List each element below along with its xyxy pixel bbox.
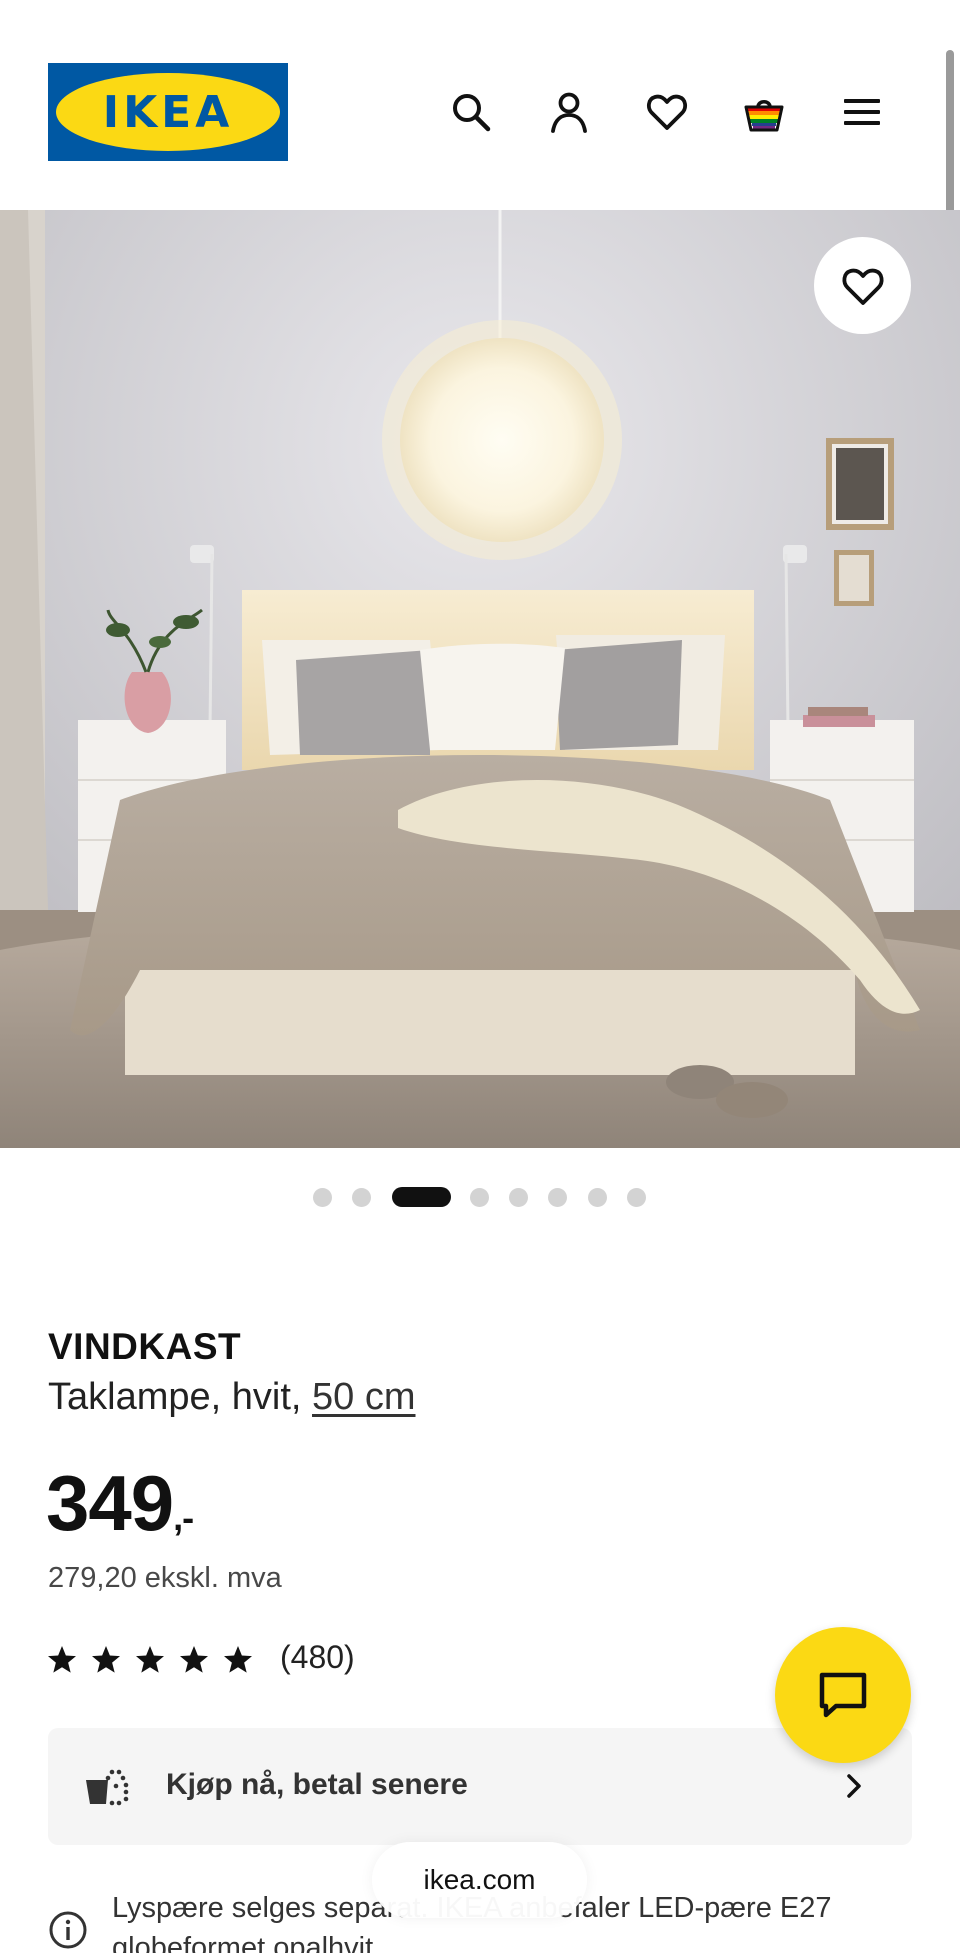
svg-text:IKEA: IKEA (103, 87, 234, 138)
gallery-dot[interactable] (470, 1188, 489, 1207)
heart-icon (842, 268, 883, 305)
ikea-logo[interactable]: IKEA (48, 63, 288, 161)
basket-icon[interactable] (738, 86, 790, 138)
star-icon (48, 1646, 76, 1673)
price-suffix: ,- (173, 1497, 194, 1538)
star-icon (136, 1646, 164, 1673)
product-price: 349,- (46, 1458, 194, 1549)
site-header: IKEA (0, 0, 960, 210)
gallery-dot[interactable] (627, 1188, 646, 1207)
product-description: Taklampe, hvit, 50 cm (48, 1376, 416, 1419)
price-ex-vat: 279,20 ekskl. mva (48, 1562, 282, 1594)
rating-stars[interactable] (46, 1640, 266, 1680)
gallery-dot[interactable] (548, 1188, 567, 1207)
info-icon (49, 1911, 87, 1949)
scrollbar[interactable] (946, 50, 954, 225)
search-icon[interactable] (445, 86, 497, 138)
star-icon (92, 1646, 120, 1673)
browser-url-pill[interactable]: ikea.com (372, 1842, 587, 1918)
gallery-dot[interactable] (313, 1188, 332, 1207)
user-icon[interactable] (543, 86, 595, 138)
gallery-dot[interactable] (509, 1188, 528, 1207)
product-image[interactable] (0, 210, 960, 1148)
menu-icon[interactable] (836, 86, 888, 138)
review-count[interactable]: (480) (280, 1639, 355, 1676)
pay-later-label: Kjøp nå, betal senere (166, 1768, 468, 1801)
gallery-pagination (0, 1186, 960, 1208)
gallery-dot[interactable] (588, 1188, 607, 1207)
size-link[interactable]: 50 cm (312, 1376, 415, 1418)
star-icon (224, 1646, 252, 1673)
pay-later-icon (86, 1769, 129, 1806)
product-name: VINDKAST (48, 1326, 242, 1367)
chevron-right-icon (847, 1774, 861, 1798)
favorite-button[interactable] (814, 237, 911, 334)
gallery-dot-active[interactable] (392, 1187, 451, 1207)
product-type: Taklampe, hvit, (48, 1376, 302, 1418)
star-icon (180, 1646, 208, 1673)
gallery-dot[interactable] (352, 1188, 371, 1207)
heart-icon[interactable] (641, 86, 693, 138)
price-integer: 349 (46, 1459, 174, 1547)
pay-later-banner[interactable]: Kjøp nå, betal senere (48, 1728, 912, 1845)
chat-icon (819, 1672, 867, 1718)
chat-button[interactable] (775, 1627, 911, 1763)
